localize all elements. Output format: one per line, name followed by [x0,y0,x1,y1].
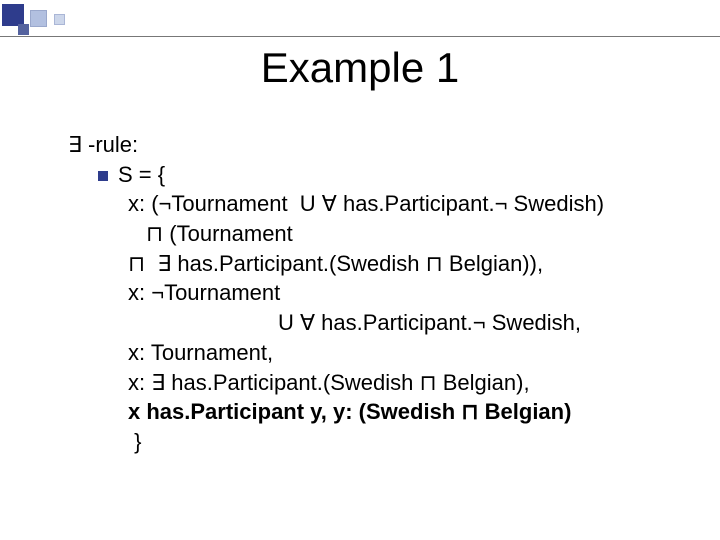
set-line: x: Tournament, [128,338,680,368]
set-line-bold: x has.Participant y, y: (Swedish ⊓ Belgi… [128,397,680,427]
deco-square-icon [18,24,29,35]
set-line: x: ∃ has.Participant.(Swedish ⊓ Belgian)… [128,368,680,398]
bullet-icon [98,171,108,181]
set-line: ⊓ (Tournament [128,219,680,249]
slide-title: Example 1 [0,44,720,92]
set-definition: S = { x: (¬Tournament U ∀ has.Participan… [98,160,680,457]
set-line: ⊓ ∃ has.Participant.(Swedish ⊓ Belgian))… [128,249,680,279]
slide: Example 1 ∃ -rule: S = { x: (¬Tournament… [0,0,720,540]
deco-square-icon [54,14,65,25]
slide-body: ∃ -rule: S = { x: (¬Tournament U ∀ has.P… [68,130,680,457]
deco-square-icon [30,10,47,27]
deco-square-icon [2,4,24,26]
header-divider [0,36,720,37]
rule-heading: ∃ -rule: [68,130,680,160]
set-close: } [128,427,680,457]
set-line: x: (¬Tournament U ∀ has.Participant.¬ Sw… [128,189,680,219]
set-open: S = { [118,162,165,187]
set-body: x: (¬Tournament U ∀ has.Participant.¬ Sw… [128,189,680,456]
set-line: x: ¬Tournament [128,278,680,308]
set-line: U ∀ has.Participant.¬ Swedish, [128,308,680,338]
corner-decoration [0,0,120,36]
